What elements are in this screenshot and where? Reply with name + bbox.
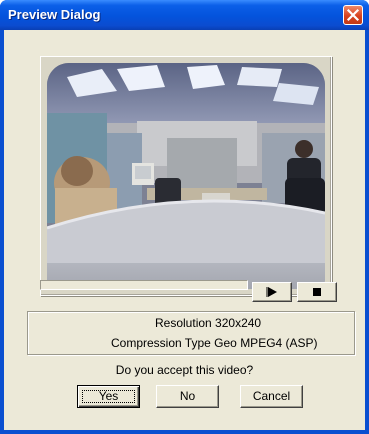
stop-icon [313,288,321,296]
resolution-label: Resolution [155,316,212,330]
cancel-button[interactable]: Cancel [240,385,303,408]
no-button[interactable]: No [156,385,219,408]
focus-rectangle [82,390,135,403]
video-preview [47,63,325,289]
compression-value: Geo MPEG4 (ASP) [214,336,318,350]
stop-button[interactable] [297,282,337,302]
window-title: Preview Dialog [8,7,101,22]
video-image [47,63,325,289]
play-icon [266,287,277,297]
close-icon [346,8,360,22]
no-button-label: No [179,389,196,403]
title-bar[interactable]: Preview Dialog [0,0,369,30]
yes-button[interactable]: Yes [77,385,140,408]
resolution-value: 320x240 [215,316,262,330]
close-button[interactable] [343,5,363,25]
play-button[interactable] [252,282,292,302]
preview-dialog-window: Preview Dialog Resolution 320x240 Compre… [0,0,369,434]
video-frame [40,56,332,296]
playback-progress-bar[interactable] [40,280,248,290]
compression-line: Compression Type Geo MPEG4 (ASP) [111,336,318,350]
compression-label: Compression Type [111,336,211,350]
resolution-line: Resolution 320x240 [155,316,261,330]
video-info-box: Resolution 320x240 Compression Type Geo … [27,311,355,355]
dialog-body: Resolution 320x240 Compression Type Geo … [4,30,365,430]
cancel-button-label: Cancel [252,389,291,403]
accept-prompt: Do you accept this video? [115,363,254,377]
